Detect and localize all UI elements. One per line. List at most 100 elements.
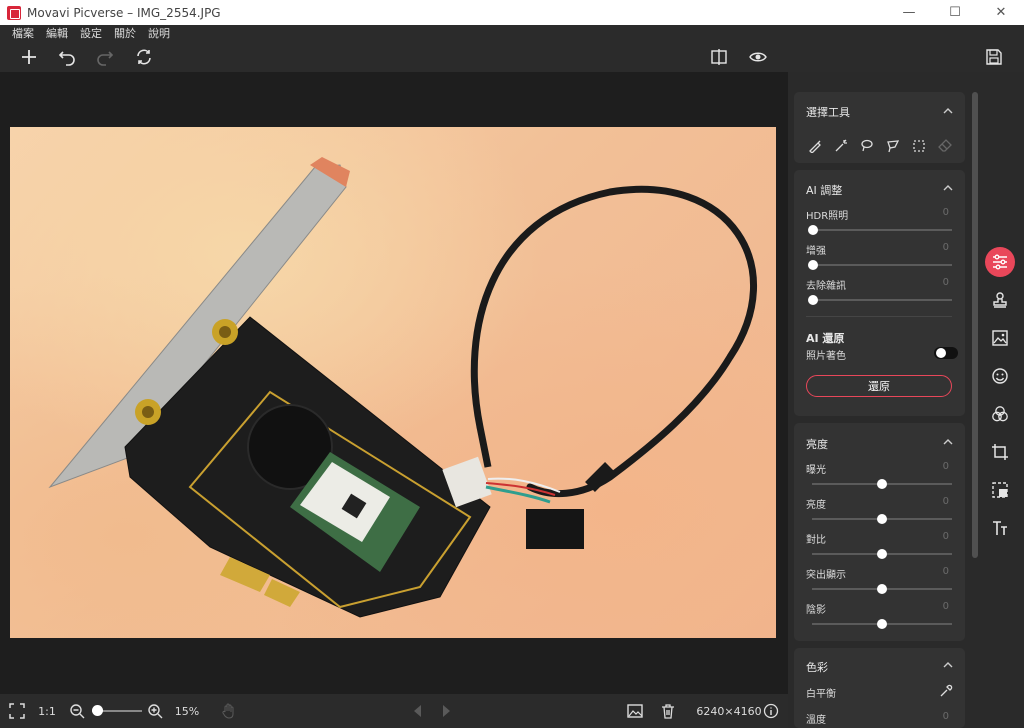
denoise-value: 0 — [942, 277, 949, 288]
eyedropper-icon[interactable] — [939, 684, 953, 698]
fullscreen-icon[interactable] — [8, 702, 26, 720]
brightness-label: 亮度 — [806, 500, 826, 511]
magic-wand-icon[interactable] — [832, 137, 850, 155]
shadows-slider[interactable] — [812, 619, 952, 629]
highlights-value: 0 — [942, 566, 949, 577]
delete-icon[interactable] — [659, 702, 677, 720]
filters-icon[interactable] — [985, 399, 1015, 429]
adjustments-panel: 選擇工具 AI 調整 HDR照明 0 增强 0 去除雜訊 0 AI 還原 照片著… — [788, 72, 1024, 728]
denoise-slider[interactable] — [808, 295, 952, 305]
zoom-out-icon[interactable] — [68, 702, 86, 720]
text-tool-icon[interactable] — [985, 513, 1015, 543]
app-logo-icon — [7, 5, 21, 20]
brightness-title: 亮度 — [806, 438, 828, 451]
polygonal-lasso-icon[interactable] — [884, 137, 902, 155]
zoom-level: 15% — [174, 704, 200, 718]
slider-thumb[interactable] — [808, 260, 818, 270]
slider-thumb[interactable] — [877, 584, 887, 594]
menu-settings[interactable]: 設定 — [74, 25, 108, 41]
image-gallery-icon[interactable] — [626, 702, 644, 720]
image-dimensions: 6240×4160 — [696, 704, 762, 718]
colorize-toggle[interactable] — [934, 347, 958, 359]
slider-thumb[interactable] — [808, 225, 818, 235]
preview-eye-icon[interactable] — [746, 45, 770, 69]
color-title: 色彩 — [806, 661, 828, 674]
exposure-slider[interactable] — [812, 479, 952, 489]
menu-about[interactable]: 關於 — [108, 25, 142, 41]
slider-thumb[interactable] — [877, 514, 887, 524]
close-button[interactable]: ✕ — [978, 0, 1024, 25]
menu-file[interactable]: 檔案 — [6, 25, 40, 41]
window-title: Movavi Picverse – IMG_2554.JPG — [27, 5, 221, 20]
minimize-button[interactable]: — — [886, 0, 932, 25]
crop-icon[interactable] — [985, 437, 1015, 467]
undo-icon[interactable] — [55, 45, 79, 69]
rectangle-select-icon[interactable] — [910, 137, 928, 155]
next-image-icon[interactable] — [438, 702, 454, 720]
white-balance-label: 白平衡 — [806, 689, 836, 700]
canvas-area[interactable] — [0, 72, 788, 694]
chevron-up-icon[interactable] — [943, 106, 953, 116]
compare-icon[interactable] — [707, 45, 731, 69]
toolbar — [0, 41, 1024, 72]
slider-thumb[interactable] — [877, 479, 887, 489]
frame-select-icon[interactable] — [985, 475, 1015, 505]
divider — [806, 316, 952, 317]
denoise-label: 去除雜訊 — [806, 281, 846, 292]
stamp-retouch-icon[interactable] — [985, 285, 1015, 315]
face-retouch-icon[interactable] — [985, 361, 1015, 391]
selection-tools-title: 選擇工具 — [806, 106, 850, 119]
wifi-card-photo — [48, 157, 758, 618]
menu-help[interactable]: 說明 — [142, 25, 176, 41]
save-icon[interactable] — [982, 45, 1006, 69]
shadows-label: 陰影 — [806, 605, 826, 616]
ai-adjust-title: AI 調整 — [806, 184, 843, 197]
brightness-value: 0 — [942, 496, 949, 507]
add-icon[interactable] — [17, 45, 41, 69]
title-bar: Movavi Picverse – IMG_2554.JPG — ☐ ✕ — [0, 0, 1024, 25]
background-image-icon[interactable] — [985, 323, 1015, 353]
temperature-label: 溫度 — [806, 715, 826, 726]
contrast-slider[interactable] — [812, 549, 952, 559]
chevron-up-icon[interactable] — [943, 660, 953, 670]
contrast-value: 0 — [942, 531, 949, 542]
info-icon[interactable] — [762, 702, 780, 720]
hdr-lighting-value: 0 — [942, 207, 949, 218]
exposure-label: 曝光 — [806, 465, 826, 476]
previous-image-icon[interactable] — [410, 702, 426, 720]
menu-edit[interactable]: 編輯 — [40, 25, 74, 41]
brush-icon[interactable] — [806, 137, 824, 155]
lasso-icon[interactable] — [858, 137, 876, 155]
selection-tools-card: 選擇工具 — [794, 92, 965, 163]
hdr-lighting-label: HDR照明 — [806, 211, 849, 222]
slider-thumb[interactable] — [808, 295, 818, 305]
ai-restore-title: AI 還原 — [806, 332, 845, 345]
menu-bar: 檔案 編輯 設定 關於 說明 — [0, 25, 1024, 41]
reset-icon[interactable] — [132, 45, 156, 69]
chevron-up-icon[interactable] — [943, 437, 953, 447]
maximize-button[interactable]: ☐ — [932, 0, 978, 25]
zoom-in-icon[interactable] — [146, 702, 164, 720]
ai-adjust-card: AI 調整 HDR照明 0 增强 0 去除雜訊 0 AI 還原 照片著色 還原 — [794, 170, 965, 416]
chevron-up-icon[interactable] — [943, 183, 953, 193]
actual-size-button[interactable]: 1:1 — [36, 702, 58, 720]
panel-scrollbar[interactable] — [972, 92, 978, 558]
highlights-slider[interactable] — [812, 584, 952, 594]
hand-pan-icon[interactable] — [220, 702, 238, 720]
redo-icon[interactable] — [93, 45, 117, 69]
enhance-slider[interactable] — [808, 260, 952, 270]
photo-preview[interactable] — [10, 127, 776, 638]
slider-thumb[interactable] — [877, 619, 887, 629]
zoom-slider-thumb[interactable] — [92, 705, 103, 716]
temperature-value: 0 — [942, 711, 949, 722]
slider-thumb[interactable] — [877, 549, 887, 559]
brightness-slider[interactable] — [812, 514, 952, 524]
shadows-value: 0 — [942, 601, 949, 612]
restore-button[interactable]: 還原 — [806, 375, 952, 397]
brightness-card: 亮度 曝光 0 亮度 0 對比 0 突出顯示 0 陰影 0 — [794, 423, 965, 641]
hdr-lighting-slider[interactable] — [808, 225, 952, 235]
enhance-label: 增强 — [806, 246, 826, 257]
eraser-icon[interactable] — [936, 137, 954, 155]
adjust-sliders-icon[interactable] — [985, 247, 1015, 277]
color-card: 色彩 白平衡 溫度 0 — [794, 648, 965, 728]
